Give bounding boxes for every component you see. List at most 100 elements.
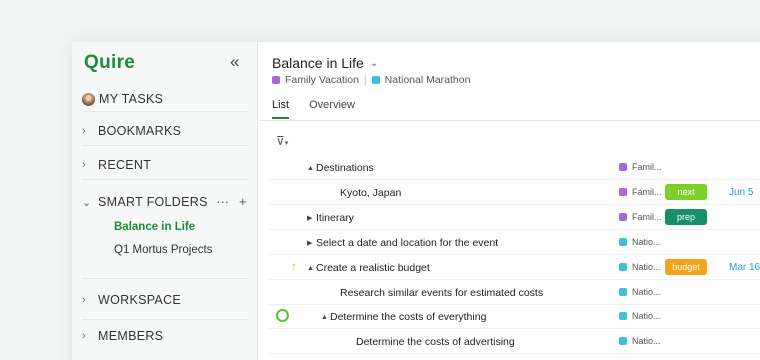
task-due-date[interactable]: Jun 5 bbox=[729, 187, 753, 198]
avatar bbox=[82, 92, 95, 106]
tab-list[interactable]: List bbox=[272, 99, 290, 119]
divider bbox=[82, 111, 248, 112]
task-title-cell: Research similar events for estimated co… bbox=[331, 287, 543, 299]
priority-up-icon: ↑ bbox=[291, 259, 297, 273]
project-color-swatch bbox=[619, 288, 627, 296]
task-title-cell: ▲ Create a realistic budget bbox=[307, 262, 430, 274]
sidebar-item-label: SMART FOLDERS bbox=[98, 195, 208, 209]
page-title[interactable]: Balance in Life ⌄ bbox=[272, 55, 378, 71]
project-link-national-marathon[interactable]: National Marathon bbox=[385, 74, 471, 86]
smart-folder-q1-mortus-projects[interactable]: Q1 Mortus Projects bbox=[114, 244, 212, 256]
divider bbox=[269, 204, 760, 205]
quire-logo[interactable]: Quire bbox=[84, 52, 135, 74]
expand-toggle-icon[interactable]: ▶ bbox=[307, 214, 316, 222]
task-row[interactable]: ▲ Destinations Famil... bbox=[259, 156, 760, 180]
smart-folder-balance-in-life[interactable]: Balance in Life bbox=[114, 221, 195, 233]
separator: | bbox=[363, 74, 367, 86]
chevron-right-icon: › bbox=[82, 330, 86, 342]
task-row[interactable]: ▲ Determine the costs of everything Natio.… bbox=[259, 305, 760, 329]
add-icon[interactable]: + bbox=[239, 194, 247, 209]
task-project: Natio... bbox=[619, 287, 661, 297]
task-row[interactable]: Determine the costs of advertising Natio.… bbox=[259, 330, 760, 354]
task-title-cell: ▲ Destinations bbox=[307, 162, 374, 174]
collapse-sidebar-icon[interactable]: « bbox=[230, 52, 239, 72]
task-row[interactable]: ▶ Select a date and location for the even… bbox=[259, 231, 760, 255]
expand-toggle-icon[interactable]: ▲ bbox=[307, 265, 316, 272]
project-color-swatch bbox=[619, 238, 627, 246]
project-color-swatch bbox=[619, 188, 627, 196]
task-title[interactable]: Determine the costs of everything bbox=[330, 311, 486, 323]
task-title[interactable]: Select a date and location for the event bbox=[316, 237, 498, 249]
task-project-name: Famil... bbox=[632, 212, 662, 222]
sidebar-item-my-tasks[interactable]: MY TASKS bbox=[82, 87, 250, 111]
task-project: Natio... bbox=[619, 311, 661, 321]
divider bbox=[259, 120, 760, 121]
task-tag[interactable]: prep bbox=[665, 209, 707, 225]
divider bbox=[269, 279, 760, 280]
sidebar-item-label: MEMBERS bbox=[98, 329, 164, 343]
task-project-name: Natio... bbox=[632, 336, 661, 346]
task-project: Famil... bbox=[619, 187, 662, 197]
sidebar-item-label: RECENT bbox=[98, 158, 152, 172]
task-due-date[interactable]: Mar 16 bbox=[729, 262, 760, 273]
sidebar-item-label: MY TASKS bbox=[99, 92, 164, 106]
project-color-swatch bbox=[619, 213, 627, 221]
task-project-name: Natio... bbox=[632, 287, 661, 297]
page-title-text: Balance in Life bbox=[272, 55, 364, 71]
project-color-swatch bbox=[619, 337, 627, 345]
task-row[interactable]: Research similar events for estimated co… bbox=[259, 281, 760, 305]
divider bbox=[269, 353, 760, 354]
project-link-family-vacation[interactable]: Family Vacation bbox=[285, 74, 359, 86]
task-title[interactable]: Determine the costs of advertising bbox=[356, 336, 515, 348]
view-tabs: List Overview bbox=[272, 99, 355, 119]
task-title[interactable]: Itinerary bbox=[316, 212, 354, 224]
filter-icon[interactable]: ⊽▾ bbox=[276, 134, 288, 148]
progress-circle-icon[interactable] bbox=[276, 309, 289, 322]
project-color-swatch bbox=[619, 163, 627, 171]
expand-toggle-icon[interactable]: ▲ bbox=[321, 314, 330, 321]
task-project-name: Natio... bbox=[632, 311, 661, 321]
task-title[interactable]: Research similar events for estimated co… bbox=[340, 287, 543, 299]
more-icon[interactable]: ··· bbox=[216, 194, 229, 209]
task-title[interactable]: Create a realistic budget bbox=[316, 262, 430, 274]
sidebar-item-label: BOOKMARKS bbox=[98, 124, 182, 138]
project-list: Family Vacation | National Marathon bbox=[272, 74, 470, 86]
task-project: Natio... bbox=[619, 237, 661, 247]
task-tag[interactable]: budget bbox=[665, 259, 707, 275]
task-title[interactable]: Kyoto, Japan bbox=[340, 187, 401, 199]
divider bbox=[269, 229, 760, 230]
task-title[interactable]: Destinations bbox=[316, 162, 374, 174]
sidebar-item-members[interactable]: › MEMBERS bbox=[82, 324, 250, 348]
task-project: Famil... bbox=[619, 162, 662, 172]
project-color-swatch bbox=[272, 76, 280, 84]
expand-toggle-icon[interactable]: ▲ bbox=[307, 165, 316, 172]
divider bbox=[82, 179, 248, 180]
task-title-cell: ▶ Itinerary bbox=[307, 212, 354, 224]
task-row[interactable]: Kyoto, Japan Famil... next Jun 5 bbox=[259, 181, 760, 205]
divider bbox=[82, 278, 248, 279]
tab-overview[interactable]: Overview bbox=[309, 99, 355, 119]
divider bbox=[82, 319, 248, 320]
task-title-cell: ▶ Select a date and location for the even… bbox=[307, 237, 498, 249]
task-project-name: Famil... bbox=[632, 162, 662, 172]
expand-toggle-icon[interactable]: ▶ bbox=[307, 239, 316, 247]
project-color-swatch bbox=[619, 312, 627, 320]
chevron-right-icon: › bbox=[82, 125, 86, 137]
task-project: Famil... bbox=[619, 212, 662, 222]
task-tag[interactable]: next bbox=[665, 184, 707, 200]
chevron-down-icon: ⌄ bbox=[369, 57, 379, 69]
project-color-swatch bbox=[371, 76, 380, 84]
project-color-swatch bbox=[619, 263, 627, 271]
sidebar-item-bookmarks[interactable]: › BOOKMARKS bbox=[82, 119, 250, 143]
sidebar-item-recent[interactable]: › RECENT bbox=[82, 153, 250, 177]
smart-folder-tools: ··· + bbox=[216, 194, 247, 209]
chevron-down-icon: ⌄ bbox=[82, 196, 92, 209]
task-row[interactable]: ▶ Itinerary Famil... prep bbox=[259, 206, 760, 230]
task-row[interactable]: ↑ ▲ Create a realistic budget Natio... budge… bbox=[259, 256, 760, 280]
task-project-name: Famil... bbox=[632, 187, 662, 197]
app-window: Quire « MY TASKS › BOOKMARKS › RECENT ⌄ … bbox=[72, 42, 760, 360]
task-title-cell: ▲ Determine the costs of everything bbox=[321, 311, 486, 323]
divider bbox=[269, 328, 760, 329]
sidebar-item-workspace[interactable]: › WORKSPACE bbox=[82, 288, 250, 312]
task-project-name: Natio... bbox=[632, 237, 661, 247]
